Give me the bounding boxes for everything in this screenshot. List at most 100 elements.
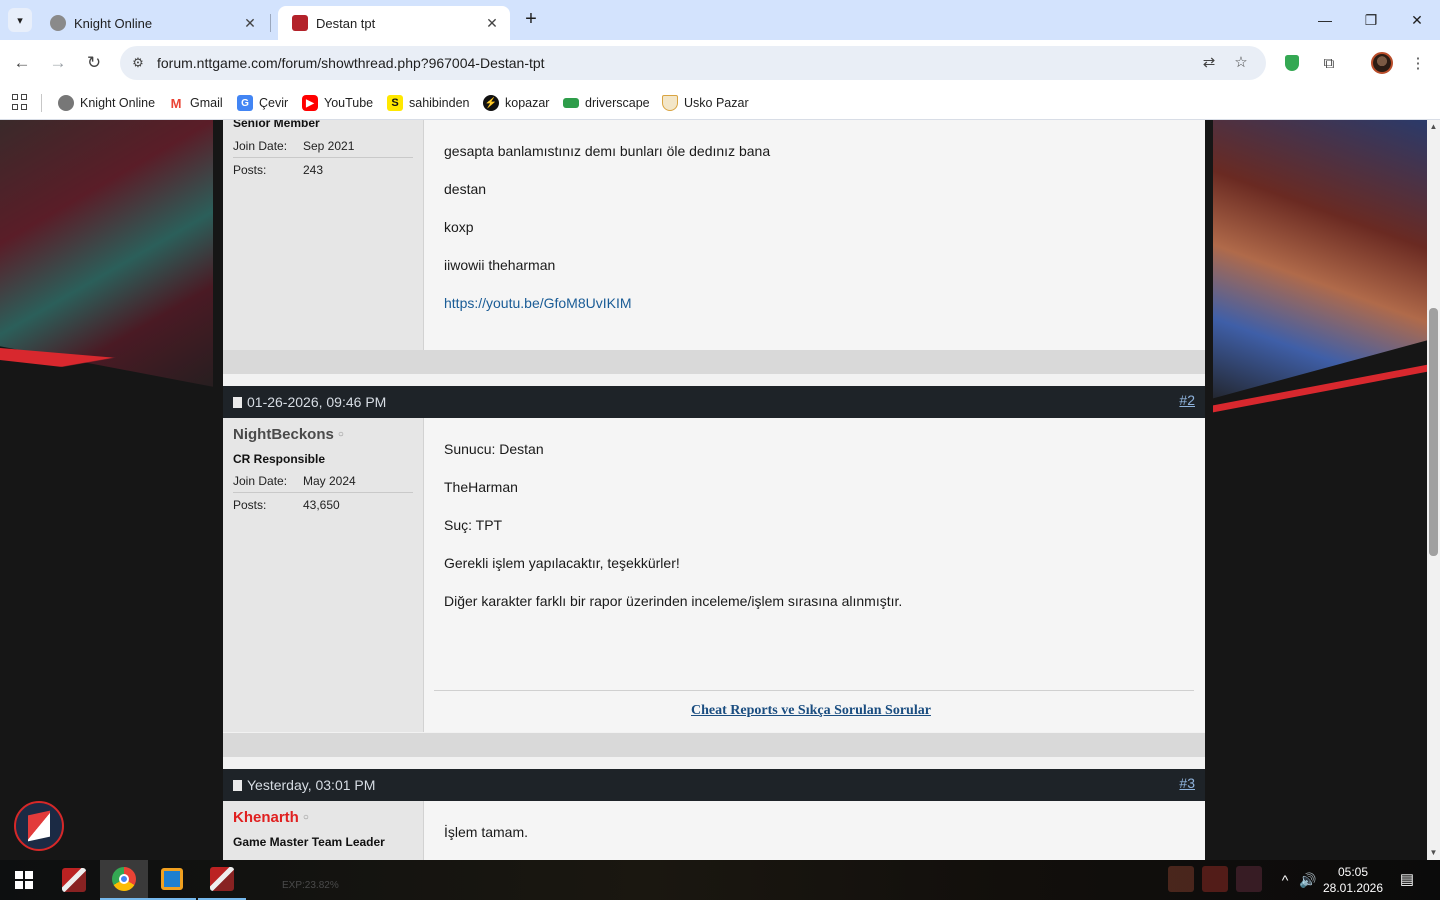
post-count: 243 (303, 162, 324, 177)
taskbar-knight-online-icon[interactable] (50, 860, 98, 900)
tab-knight-online[interactable]: Knight Online ✕ (36, 6, 268, 40)
windows-start-icon[interactable] (0, 860, 48, 900)
minimize-icon[interactable]: — (1302, 0, 1348, 40)
taskbar-chrome-icon[interactable] (100, 860, 148, 900)
page-scrollbar[interactable]: ▲ ▼ (1427, 120, 1440, 860)
bookmark-usko-pazar[interactable]: Usko Pazar (662, 92, 749, 114)
post-icon (233, 779, 242, 791)
apps-grid-icon[interactable] (12, 94, 28, 110)
more-menu-icon[interactable]: ⋮ (1407, 52, 1429, 74)
scroll-up-arrow-icon[interactable]: ▲ (1427, 120, 1440, 134)
join-date: Sep 2021 (303, 139, 355, 153)
bookmark-sahibinden[interactable]: Ssahibinden (387, 92, 469, 114)
username-link[interactable]: NightBeckons ○ (233, 426, 344, 443)
tab-strip: ▾ Knight Online ✕ Destan tpt ✕ + — ❐ ✕ (0, 0, 1440, 40)
back-arrow-icon[interactable]: ← (10, 51, 34, 75)
taskbar-game-client-icon[interactable] (198, 860, 246, 900)
post-date: 01-26-2026, 09:46 PM (247, 394, 387, 410)
post-1-user-info: Senior Member Join Date: Sep 2021 Posts: 2… (223, 120, 424, 350)
message-line: Sunucu: Destan (444, 441, 544, 457)
gmail-icon: M (168, 95, 184, 111)
forward-arrow-icon[interactable]: → (46, 51, 70, 75)
clock-time: 05:05 (1337, 865, 1369, 879)
translate-page-icon[interactable]: ⇄ (1200, 54, 1218, 72)
bookmark-knight-online[interactable]: Knight Online (58, 92, 155, 114)
post-icon (233, 396, 242, 408)
username-link[interactable]: Khenarth ○ (233, 809, 309, 826)
adblock-shield-icon[interactable] (1281, 52, 1303, 74)
tray-game-icon[interactable] (1236, 866, 1262, 892)
background-art-right (1213, 120, 1427, 399)
knight-online-favicon-icon (50, 15, 66, 31)
bookmark-youtube[interactable]: ▶ YouTube (302, 92, 373, 114)
join-date: May 2024 (303, 474, 356, 488)
post-2-header: 01-26-2026, 09:46 PM #2 (223, 386, 1205, 418)
tab-close-icon[interactable]: ✕ (484, 15, 500, 32)
usko-pazar-icon (662, 95, 678, 111)
offline-status-icon: ○ (302, 812, 309, 823)
profile-avatar[interactable] (1371, 52, 1393, 74)
post-3-header: Yesterday, 03:01 PM #3 (223, 769, 1205, 801)
nttgame-favicon-icon (292, 15, 308, 31)
thread-container: Senior Member Join Date: Sep 2021 Posts: 2… (223, 120, 1205, 860)
tab-search-chevron-down-icon[interactable]: ▾ (8, 8, 32, 32)
notifications-icon[interactable]: ▤ (1396, 869, 1418, 891)
message-line: koxp (444, 219, 474, 235)
post-count: 43,650 (303, 497, 340, 512)
taskbar-launcher-icon[interactable] (148, 860, 196, 900)
reload-icon[interactable]: ↻ (82, 51, 106, 75)
address-bar[interactable]: ⚙ forum.nttgame.com/forum/showthread.php… (120, 46, 1266, 80)
post-divider (223, 350, 1205, 374)
user-title: Game Master Team Leader (233, 835, 385, 849)
post-1-message: gesapta banlamıstınız demı bunları öle d… (444, 143, 770, 333)
tray-game-icon[interactable] (1168, 866, 1194, 892)
post-1: Senior Member Join Date: Sep 2021 Posts: 2… (223, 120, 1205, 350)
url-text[interactable]: forum.nttgame.com/forum/showthread.php?9… (157, 55, 545, 71)
system-clock[interactable]: 05:05 28.01.2026 (1318, 864, 1388, 896)
knight-online-icon (58, 95, 74, 111)
post-number-link[interactable]: #3 (1179, 775, 1195, 791)
bookmark-kopazar[interactable]: ⚡ kopazar (483, 92, 549, 114)
sahibinden-icon: S (387, 95, 403, 111)
bookmark-gmail[interactable]: M Gmail (168, 92, 223, 114)
youtube-link[interactable]: https://youtu.be/GfoM8UvIKIM (444, 295, 632, 311)
scroll-down-arrow-icon[interactable]: ▼ (1427, 846, 1440, 860)
user-title: CR Responsible (233, 452, 326, 466)
nttgame-floating-logo-icon[interactable] (14, 801, 64, 851)
windows-taskbar: EXP:23.82% ^ 🔊 05:05 28.01.2026 ▤ (0, 860, 1440, 900)
post-2-message: Sunucu: Destan TheHarman Suç: TPT Gerekl… (444, 441, 902, 631)
post-3-user-info: Khenarth ○ Game Master Team Leader (223, 801, 424, 860)
tab-destan-tpt[interactable]: Destan tpt ✕ (278, 6, 510, 40)
user-title: Senior Member (233, 120, 320, 130)
bookmark-star-icon[interactable]: ☆ (1232, 54, 1250, 72)
page-viewport: Senior Member Join Date: Sep 2021 Posts: 2… (0, 120, 1427, 860)
message-line: iiwowii theharman (444, 257, 556, 273)
extensions-puzzle-icon[interactable]: ⧉ (1318, 52, 1340, 74)
message-line: İşlem tamam. (444, 824, 529, 840)
restore-icon[interactable]: ❐ (1348, 0, 1394, 40)
clock-date: 28.01.2026 (1322, 881, 1384, 895)
volume-icon[interactable]: 🔊 (1298, 870, 1318, 890)
tab-title: Destan tpt (316, 15, 376, 31)
bookmark-driverscape[interactable]: driverscape (563, 92, 650, 114)
tray-game-icon[interactable] (1202, 866, 1228, 892)
signature-link[interactable]: Cheat Reports ve Sıkça Sorulan Sorular (691, 703, 931, 719)
window-close-icon[interactable]: ✕ (1394, 0, 1440, 40)
tab-title: Knight Online (74, 15, 153, 31)
bookmark-cevir[interactable]: G Çevir (237, 92, 288, 114)
post-2: NightBeckons ○ CR Responsible Join Date: M… (223, 418, 1205, 732)
show-hidden-icons-chevron-up-icon[interactable]: ^ (1275, 870, 1295, 890)
site-settings-icon[interactable]: ⚙ (130, 55, 146, 71)
post-number-link[interactable]: #2 (1179, 392, 1195, 408)
post-3: Khenarth ○ Game Master Team Leader İşlem … (223, 801, 1205, 860)
user-stats: Join Date: Sep 2021 Posts: 243 (233, 135, 413, 181)
tab-close-icon[interactable]: ✕ (242, 15, 258, 32)
bookmarks-separator (41, 94, 42, 112)
scroll-thumb[interactable] (1429, 308, 1438, 556)
new-tab-plus-icon[interactable]: + (520, 9, 542, 31)
bookmarks-bar: Knight Online M Gmail G Çevir ▶ YouTube Ssa… (0, 86, 1440, 120)
post-3-message: İşlem tamam. (444, 824, 528, 860)
driverscape-icon (563, 98, 579, 108)
user-stats: Join Date: May 2024 Posts: 43,650 (233, 470, 413, 516)
message-line: destan (444, 181, 487, 197)
